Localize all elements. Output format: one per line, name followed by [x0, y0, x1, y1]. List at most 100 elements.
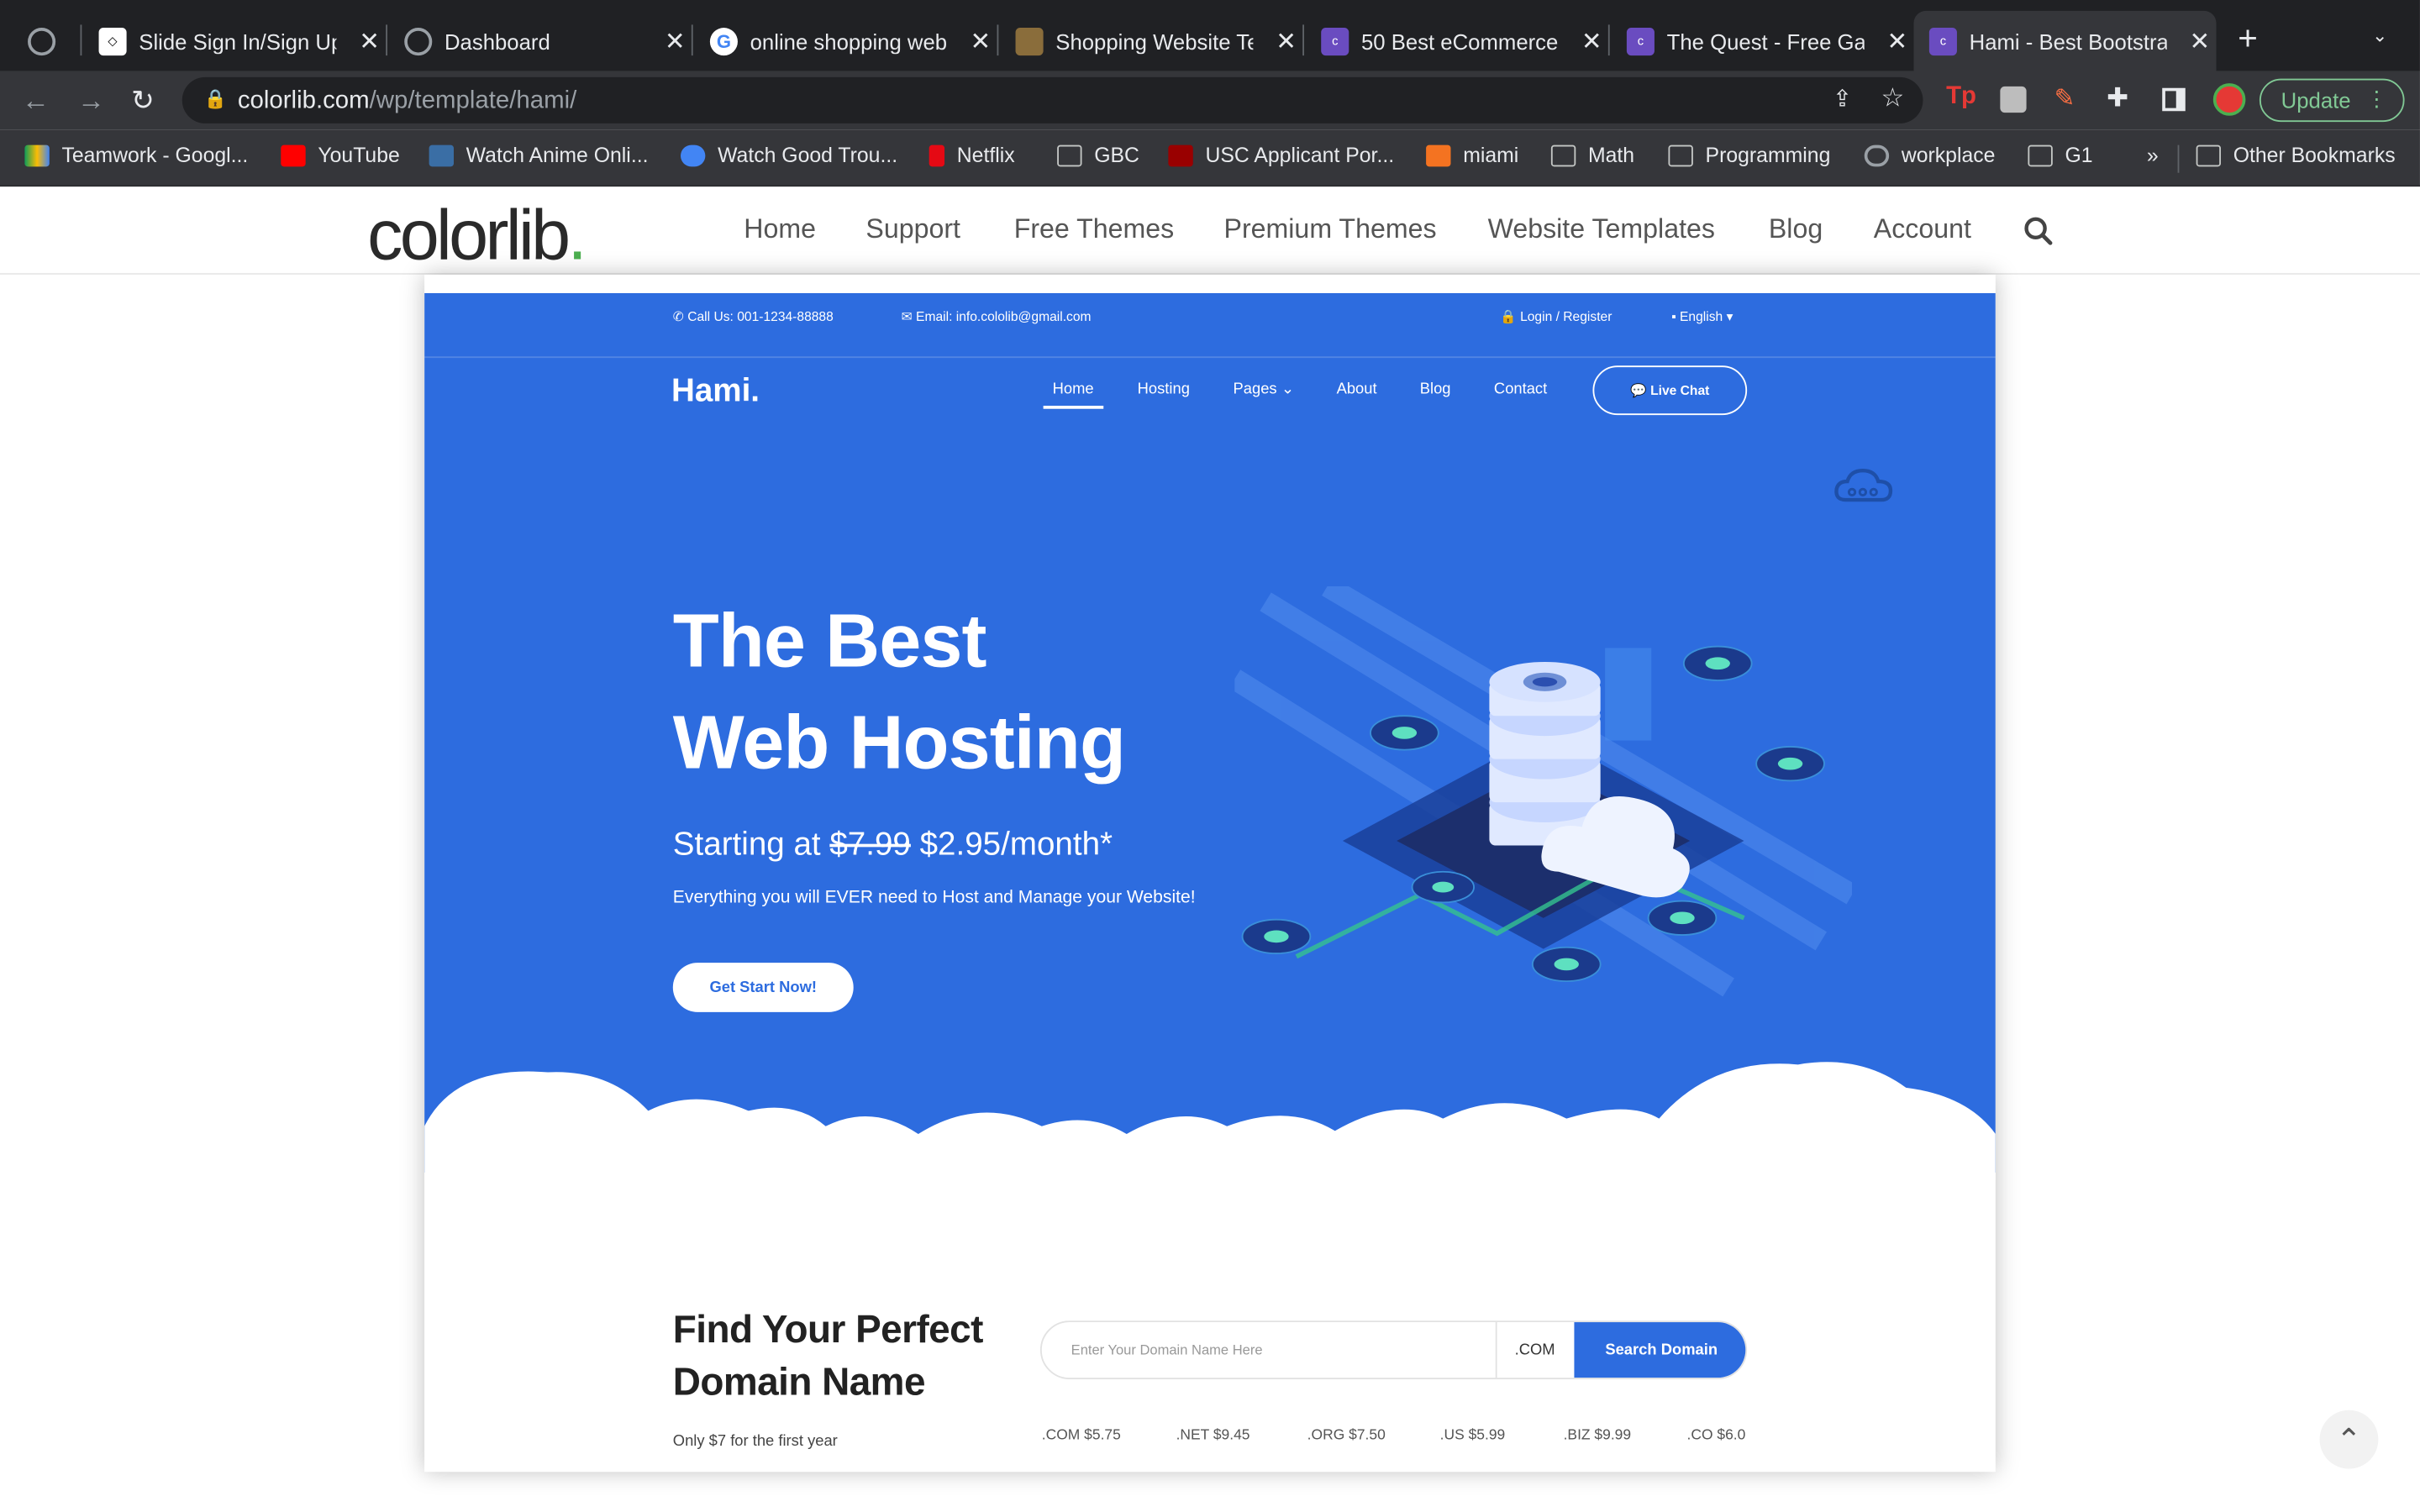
tab-title: Hami - Best Bootstra	[1969, 28, 2167, 54]
email-text: ✉ Email: info.cololib@gmail.com	[901, 308, 1092, 324]
login-register-link[interactable]: 🔒 Login / Register	[1500, 308, 1612, 325]
bookmark-folder-programming[interactable]: Programming	[1668, 144, 1830, 166]
bookmark-teamwork[interactable]: Teamwork - Googl...	[24, 144, 248, 166]
tab-50-best-ecommerce[interactable]: c 50 Best eCommerce ✕	[1306, 11, 1608, 71]
hami-nav-home[interactable]: Home	[1043, 381, 1102, 409]
page-icon	[1015, 27, 1044, 55]
side-panel-icon[interactable]	[2162, 87, 2186, 112]
close-icon[interactable]: ✕	[971, 26, 992, 57]
tab-the-quest[interactable]: c The Quest - Free Ga ✕	[1612, 11, 1914, 71]
reload-icon[interactable]: ↻	[131, 85, 155, 118]
netflix-icon	[929, 144, 945, 166]
close-icon[interactable]: ✕	[1581, 26, 1602, 57]
url-text: colorlib.com/wp/template/hami/	[237, 87, 577, 114]
bookmark-usc[interactable]: USC Applicant Por...	[1168, 144, 1394, 166]
bookmark-youtube[interactable]: YouTube	[281, 144, 400, 166]
tab-dashboard[interactable]: Dashboard ✕	[389, 11, 692, 71]
call-us-text: ✆ Call Us: 001-1234-88888	[672, 308, 834, 324]
back-arrow-icon[interactable]: ←	[22, 85, 50, 118]
hami-nav-blog[interactable]: Blog	[1420, 381, 1451, 398]
new-tab-icon[interactable]: +	[2238, 18, 2258, 59]
bookmark-star-icon[interactable]: ☆	[1881, 83, 1904, 114]
close-icon[interactable]: ✕	[1887, 26, 1908, 57]
site-nav-free-themes[interactable]: Free Themes	[1014, 213, 1175, 245]
hami-nav-about[interactable]: About	[1337, 381, 1377, 398]
tab-pinned[interactable]	[13, 11, 81, 71]
globe-icon	[1864, 144, 1890, 166]
profile-avatar[interactable]	[2212, 83, 2246, 116]
tld-price: .NET $9.45	[1176, 1426, 1250, 1445]
bookmark-folder-g1[interactable]: G1	[2028, 144, 2093, 166]
update-button[interactable]: Update ⋮	[2259, 78, 2405, 123]
search-icon[interactable]	[2023, 216, 2053, 245]
tab-title: The Quest - Free Ga	[1666, 28, 1865, 54]
drive-icon	[24, 144, 50, 166]
tld-price: .US $5.99	[1439, 1426, 1506, 1445]
more-bookmarks-chevron[interactable]: »	[2147, 144, 2159, 167]
tab-search-chevron-icon[interactable]: ⌄	[2372, 24, 2387, 46]
close-icon[interactable]: ✕	[1276, 26, 1297, 57]
get-start-now-button[interactable]: Get Start Now!	[672, 963, 854, 1012]
close-icon[interactable]: ✕	[359, 26, 380, 57]
site-nav-home[interactable]: Home	[744, 213, 816, 245]
other-bookmarks[interactable]: Other Bookmarks	[2196, 144, 2396, 166]
template-preview: ✆ Call Us: 001-1234-88888 ✉ Email: info.…	[424, 274, 1996, 1473]
hero-headline-line1: The Best	[672, 600, 987, 684]
bookmark-miami[interactable]: miami	[1426, 144, 1518, 166]
server-illustration	[1234, 585, 1853, 997]
hero-headline-line2: Web Hosting	[672, 701, 1126, 785]
extension-pen-icon[interactable]: ✎	[2054, 83, 2075, 114]
tab-slide-sign-in[interactable]: ◇ Slide Sign In/Sign Up ✕	[83, 11, 386, 71]
chat-icon: 💬	[1630, 381, 1647, 397]
close-icon[interactable]: ✕	[2190, 26, 2211, 57]
live-chat-button[interactable]: 💬 Live Chat	[1592, 365, 1748, 416]
scroll-to-top-button[interactable]: ⌃	[2319, 1410, 2379, 1469]
site-nav-premium-themes[interactable]: Premium Themes	[1224, 213, 1437, 245]
tab-hami-active[interactable]: c Hami - Best Bootstra ✕	[1913, 10, 2217, 71]
kebab-menu-icon[interactable]: ⋮	[2366, 87, 2388, 113]
bookmark-folder-math[interactable]: Math	[1550, 144, 1634, 166]
bookmarks-bar: Teamwork - Googl... YouTube Watch Anime …	[0, 129, 2420, 187]
extension-image-icon[interactable]	[2000, 86, 2027, 113]
cloud-outline-icon	[1834, 468, 1893, 502]
globe-icon	[404, 27, 433, 55]
bookmark-workplace[interactable]: workplace	[1864, 144, 1995, 166]
hami-nav-pages[interactable]: Pages ⌄	[1234, 381, 1295, 398]
tld-price: .BIZ $9.99	[1563, 1426, 1632, 1445]
bookmark-watch-anime[interactable]: Watch Anime Onli...	[429, 144, 649, 166]
address-bar[interactable]: 🔒 colorlib.com/wp/template/hami/ ⇪ ☆	[182, 76, 1923, 123]
tab-shopping-website[interactable]: Shopping Website Te ✕	[1000, 11, 1302, 71]
language-select[interactable]: ▪ English ▾	[1671, 308, 1733, 325]
site-nav-blog[interactable]: Blog	[1769, 213, 1823, 245]
tab-online-shopping[interactable]: G online shopping web ✕	[695, 11, 997, 71]
site-nav-support[interactable]: Support	[865, 213, 960, 245]
colorlib-logo[interactable]: colorlib.	[367, 193, 587, 276]
bookmark-watch-good-trouble[interactable]: Watch Good Trou...	[680, 144, 897, 166]
hami-nav-contact[interactable]: Contact	[1494, 381, 1547, 398]
tab-title: Dashboard	[444, 28, 550, 54]
search-domain-button[interactable]: Search Domain	[1574, 1322, 1746, 1378]
site-nav-website-templates[interactable]: Website Templates	[1488, 213, 1715, 245]
domain-extension-select[interactable]: .COM	[1495, 1322, 1573, 1378]
bookmark-netflix[interactable]: Netflix	[929, 144, 1015, 166]
screen: ◇ Slide Sign In/Sign Up ✕ Dashboard ✕ G …	[0, 0, 2420, 1512]
hami-logo[interactable]: Hami.	[671, 373, 760, 410]
play-icon	[680, 144, 706, 166]
extensions-puzzle-icon[interactable]: ✚	[2107, 83, 2128, 114]
hero-section: ✆ Call Us: 001-1234-88888 ✉ Email: info.…	[424, 292, 1996, 1181]
domain-title-line2: Domain Name	[672, 1360, 926, 1404]
chevron-up-icon: ⌃	[2336, 1423, 2362, 1457]
close-icon[interactable]: ✕	[665, 26, 686, 57]
bookmark-folder-gbc[interactable]: GBC	[1057, 144, 1139, 166]
share-icon[interactable]: ⇪	[1833, 85, 1852, 113]
domain-search-input[interactable]	[1041, 1322, 1496, 1378]
folder-icon	[1550, 144, 1576, 166]
browser-tab-bar: ◇ Slide Sign In/Sign Up ✕ Dashboard ✕ G …	[0, 0, 2420, 71]
domain-search-form: .COM Search Domain	[1039, 1320, 1748, 1380]
extension-tp-icon[interactable]: Tp	[1946, 83, 1976, 111]
forward-arrow-icon[interactable]: →	[77, 85, 105, 118]
hami-nav-hosting[interactable]: Hosting	[1138, 381, 1190, 398]
colorlib-icon: c	[1321, 27, 1349, 55]
miami-icon	[1426, 144, 1451, 166]
site-nav-account[interactable]: Account	[1874, 213, 1971, 245]
